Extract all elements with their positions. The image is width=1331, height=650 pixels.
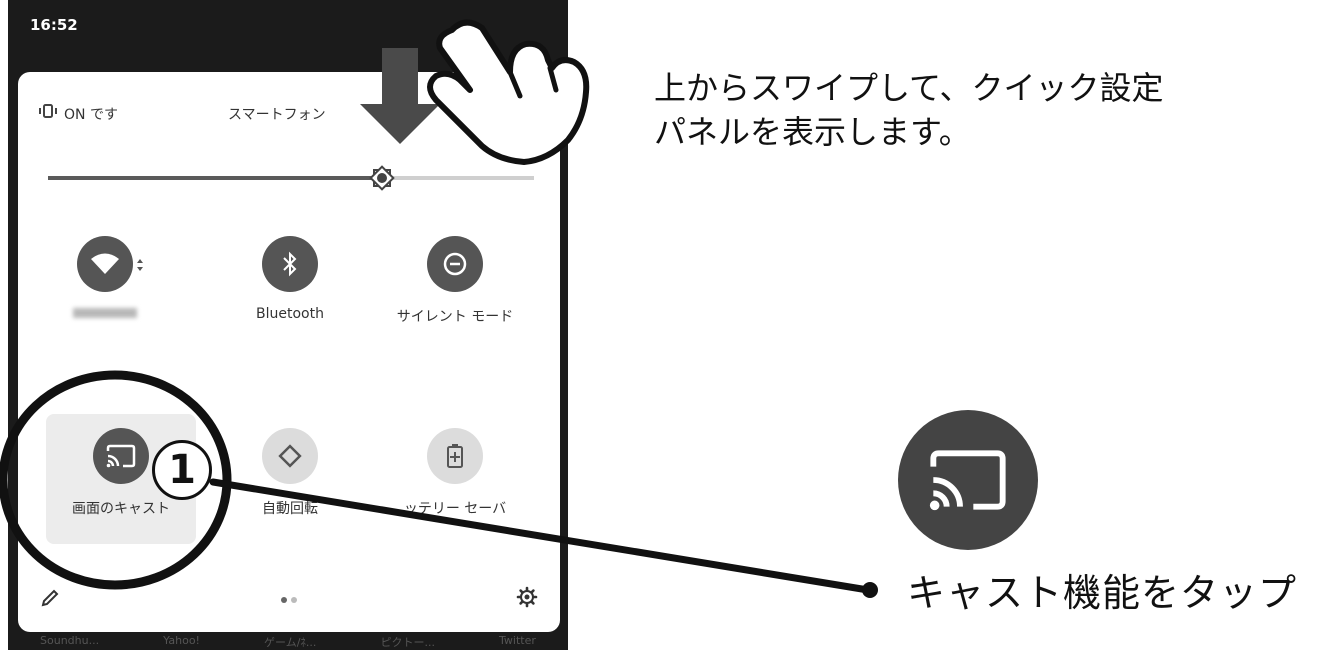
swipe-hand-icon <box>427 19 590 165</box>
swipe-down-arrow-icon <box>360 48 440 144</box>
cast-icon <box>929 450 1006 511</box>
instruction-text-tap-cast: キャスト機能をタップ <box>907 571 1298 615</box>
instruction-text-swipe: 上からスワイプして、クイック設定 パネルを表示します。 <box>654 66 1163 154</box>
pointer-line <box>209 478 878 598</box>
cast-icon-enlarged <box>898 410 1038 550</box>
instruction-line: 上からスワイプして、クイック設定 <box>654 69 1164 107</box>
instruction-line: パネルを表示します。 <box>654 113 971 151</box>
step-number-badge: 1 <box>152 440 212 500</box>
